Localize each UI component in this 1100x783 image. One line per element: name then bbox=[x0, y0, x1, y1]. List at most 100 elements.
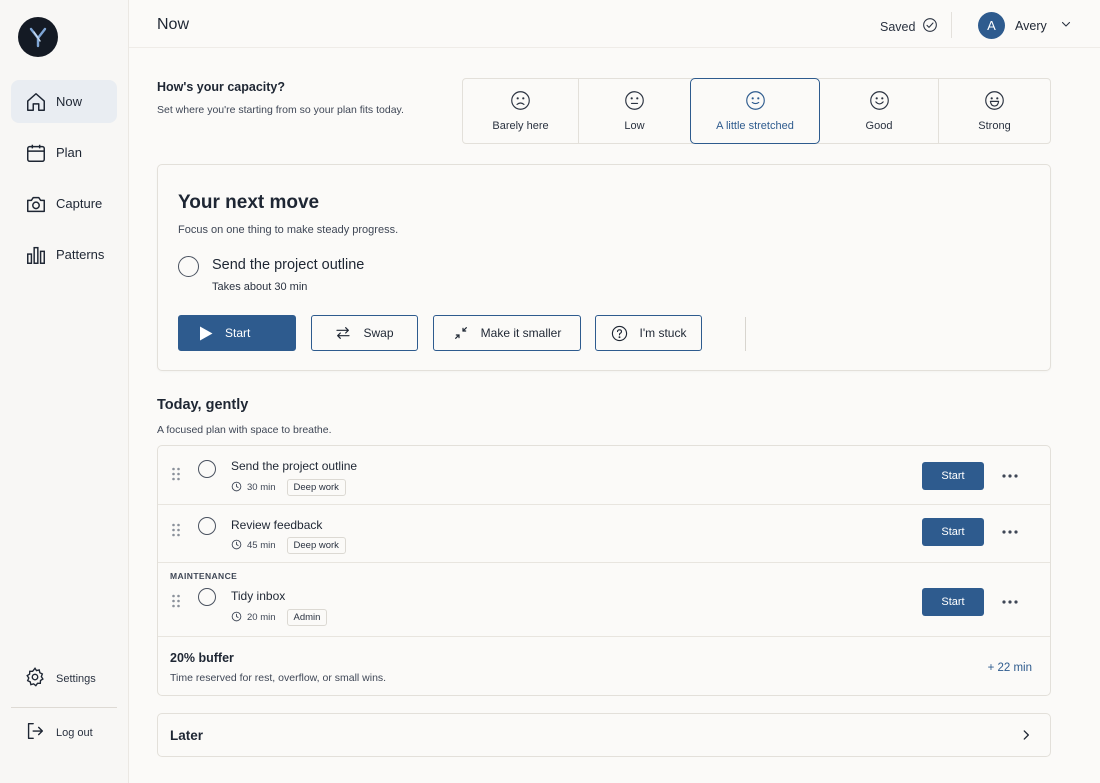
home-icon bbox=[25, 91, 47, 113]
chevron-right-icon bbox=[1019, 728, 1033, 747]
capacity-option-low[interactable]: Low bbox=[578, 79, 690, 143]
more-options-icon[interactable] bbox=[1000, 527, 1020, 537]
task-meta: 30 min Deep work bbox=[231, 479, 346, 496]
make-smaller-button-label: Make it smaller bbox=[480, 326, 562, 340]
later-label: Later bbox=[170, 728, 204, 743]
capacity-subtitle: Set where you're starting from so your p… bbox=[157, 104, 404, 116]
more-options-icon[interactable] bbox=[1000, 471, 1020, 481]
next-move-title: Your next move bbox=[178, 192, 320, 213]
task-duration: 20 min bbox=[247, 612, 276, 623]
page-title: Now bbox=[157, 16, 190, 33]
today-subtitle: A focused plan with space to breathe. bbox=[157, 424, 332, 436]
task-complete-checkbox[interactable] bbox=[178, 256, 199, 277]
later-section[interactable]: Later bbox=[157, 713, 1051, 757]
today-title: Today, gently bbox=[157, 397, 249, 413]
gear-icon bbox=[24, 666, 46, 693]
check-circle-icon bbox=[922, 17, 938, 36]
logo-mark-icon bbox=[29, 27, 47, 48]
task-title: Tidy inbox bbox=[231, 589, 286, 603]
swap-button[interactable]: Swap bbox=[311, 315, 418, 351]
maintenance-label: MAINTENANCE bbox=[170, 571, 238, 581]
capacity-option-label: Barely here bbox=[492, 120, 549, 132]
task-meta: 20 min Admin bbox=[231, 609, 328, 626]
saved-label: Saved bbox=[880, 19, 916, 34]
more-options-icon[interactable] bbox=[1000, 597, 1020, 607]
capacity-option-good[interactable]: Good bbox=[820, 79, 938, 143]
sidebar-divider bbox=[11, 707, 117, 708]
app-logo[interactable] bbox=[18, 17, 58, 57]
smile-icon bbox=[869, 90, 890, 114]
neutral-face-icon bbox=[624, 90, 645, 114]
start-button-label: Start bbox=[225, 326, 251, 340]
saved-status: Saved bbox=[880, 17, 938, 36]
task-start-button[interactable]: Start bbox=[922, 588, 984, 616]
sidebar: Now Plan Capture Patterns Settings Log o… bbox=[0, 0, 129, 783]
list-item: Review feedback 45 min Deep work Start bbox=[158, 504, 1050, 562]
capacity-title: How's your capacity? bbox=[157, 80, 286, 94]
task-tag: Admin bbox=[286, 609, 328, 626]
task-complete-checkbox[interactable] bbox=[198, 588, 216, 606]
user-name: Avery bbox=[1015, 18, 1047, 33]
next-move-task: Send the project outline bbox=[212, 257, 365, 273]
task-duration: 45 min bbox=[247, 540, 276, 551]
play-icon bbox=[199, 326, 213, 341]
top-bar: Now Saved A Avery bbox=[129, 0, 1100, 48]
capacity-option-a-little-stretched[interactable]: A little stretched bbox=[690, 78, 820, 144]
capacity-option-label: Strong bbox=[978, 120, 1011, 132]
capacity-option-barely-here[interactable]: Barely here bbox=[463, 79, 578, 143]
swap-arrows-icon bbox=[335, 326, 351, 340]
make-smaller-button[interactable]: Make it smaller bbox=[433, 315, 581, 351]
drag-handle-icon[interactable] bbox=[171, 467, 181, 481]
clock-icon bbox=[231, 539, 242, 553]
im-stuck-button[interactable]: I'm stuck bbox=[595, 315, 702, 351]
slight-smile-icon bbox=[745, 90, 766, 114]
sidebar-item-now[interactable]: Now bbox=[11, 80, 117, 123]
capacity-option-strong[interactable]: Strong bbox=[938, 79, 1050, 143]
capacity-option-label: Good bbox=[865, 120, 893, 132]
settings-link[interactable]: Settings bbox=[24, 666, 96, 693]
sad-face-icon bbox=[510, 90, 531, 114]
sidebar-item-patterns[interactable]: Patterns bbox=[11, 233, 117, 276]
start-button[interactable]: Start bbox=[178, 315, 296, 351]
task-title: Send the project outline bbox=[231, 459, 358, 473]
buffer-value: + 22 min bbox=[987, 662, 1032, 674]
buffer-row: 20% buffer Time reserved for rest, overf… bbox=[158, 636, 1050, 696]
avatar: A bbox=[978, 12, 1005, 39]
swap-button-label: Swap bbox=[363, 326, 394, 340]
task-title: Review feedback bbox=[231, 518, 323, 532]
sidebar-item-label: Capture bbox=[56, 196, 103, 211]
capacity-option-label: Low bbox=[624, 120, 645, 132]
logout-link[interactable]: Log out bbox=[24, 721, 93, 745]
buffer-title: 20% buffer bbox=[170, 651, 234, 665]
drag-handle-icon[interactable] bbox=[171, 594, 181, 608]
settings-label: Settings bbox=[56, 673, 96, 685]
sidebar-item-capture[interactable]: Capture bbox=[11, 182, 117, 225]
clock-icon bbox=[231, 481, 242, 495]
user-menu[interactable]: A Avery bbox=[978, 12, 1072, 39]
capacity-selector: Barely here Low A little stretched Good bbox=[462, 78, 1051, 144]
capacity-option-label: A little stretched bbox=[716, 120, 794, 132]
task-tag: Deep work bbox=[286, 479, 346, 496]
sidebar-item-label: Plan bbox=[56, 145, 83, 160]
logout-label: Log out bbox=[56, 727, 93, 739]
drag-handle-icon[interactable] bbox=[171, 523, 181, 537]
camera-icon bbox=[25, 193, 47, 215]
next-move-duration: Takes about 30 min bbox=[212, 281, 308, 293]
question-circle-icon bbox=[611, 325, 628, 342]
task-tag: Deep work bbox=[286, 537, 346, 554]
shrink-icon bbox=[453, 325, 469, 341]
sidebar-item-plan[interactable]: Plan bbox=[11, 131, 117, 174]
buffer-subtitle: Time reserved for rest, overflow, or sma… bbox=[170, 672, 387, 684]
today-task-list: Send the project outline 30 min Deep wor… bbox=[157, 445, 1051, 696]
sidebar-item-label: Now bbox=[56, 94, 83, 109]
sidebar-item-label: Patterns bbox=[56, 247, 105, 262]
action-divider bbox=[745, 317, 746, 351]
task-start-button[interactable]: Start bbox=[922, 462, 984, 490]
list-item: Send the project outline 30 min Deep wor… bbox=[158, 446, 1050, 504]
task-meta: 45 min Deep work bbox=[231, 537, 346, 554]
im-stuck-button-label: I'm stuck bbox=[639, 326, 687, 340]
task-complete-checkbox[interactable] bbox=[198, 517, 216, 535]
task-start-button[interactable]: Start bbox=[922, 518, 984, 546]
task-complete-checkbox[interactable] bbox=[198, 460, 216, 478]
next-move-subtitle: Focus on one thing to make steady progre… bbox=[178, 224, 399, 236]
